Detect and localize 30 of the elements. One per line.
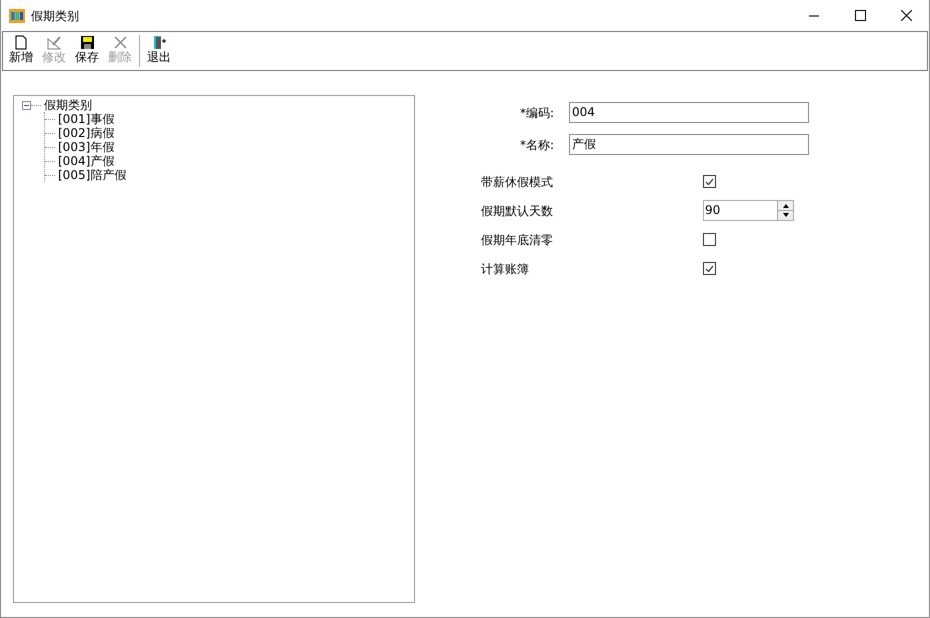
checkbox[interactable] (703, 233, 716, 246)
field-label: *编码: (518, 104, 555, 122)
maximize-icon (854, 10, 866, 21)
tree-item[interactable]: [003]年假 (58, 140, 114, 154)
option-label: 带薪休假模式 (481, 174, 554, 190)
option-label: 计算账簿 (481, 260, 530, 278)
toolbar-button[interactable]: 退出 (145, 35, 173, 64)
window-title: 假期类别 (31, 8, 79, 24)
collapse-icon[interactable] (22, 100, 31, 110)
text-field[interactable]: 004 (569, 102, 809, 123)
toolbar-button[interactable]: 保存 (73, 35, 101, 64)
document-icon (14, 35, 28, 50)
toolbar-button[interactable]: 新增 (7, 35, 35, 64)
app-logo-icon (9, 8, 25, 22)
tree-item[interactable]: 假期类别 (44, 98, 92, 112)
cross-icon (112, 35, 128, 50)
checkbox[interactable] (703, 175, 716, 188)
tree-item[interactable]: [001]事假 (58, 112, 114, 126)
field-label: *名称: (518, 136, 555, 154)
checkbox[interactable] (703, 262, 716, 275)
number-spinner[interactable]: 90 (703, 200, 794, 221)
door-icon (152, 35, 166, 50)
tree-item[interactable]: [002]病假 (58, 126, 114, 140)
tree-item[interactable]: [004]产假 (58, 154, 114, 168)
tree-item[interactable]: [005]陪产假 (58, 168, 126, 182)
close-icon (900, 10, 912, 21)
text-field[interactable]: 产假 (569, 134, 809, 155)
option-label: 假期年底清零 (481, 232, 554, 248)
ruler-pencil-icon (46, 35, 62, 50)
option-label: 假期默认天数 (481, 202, 554, 220)
